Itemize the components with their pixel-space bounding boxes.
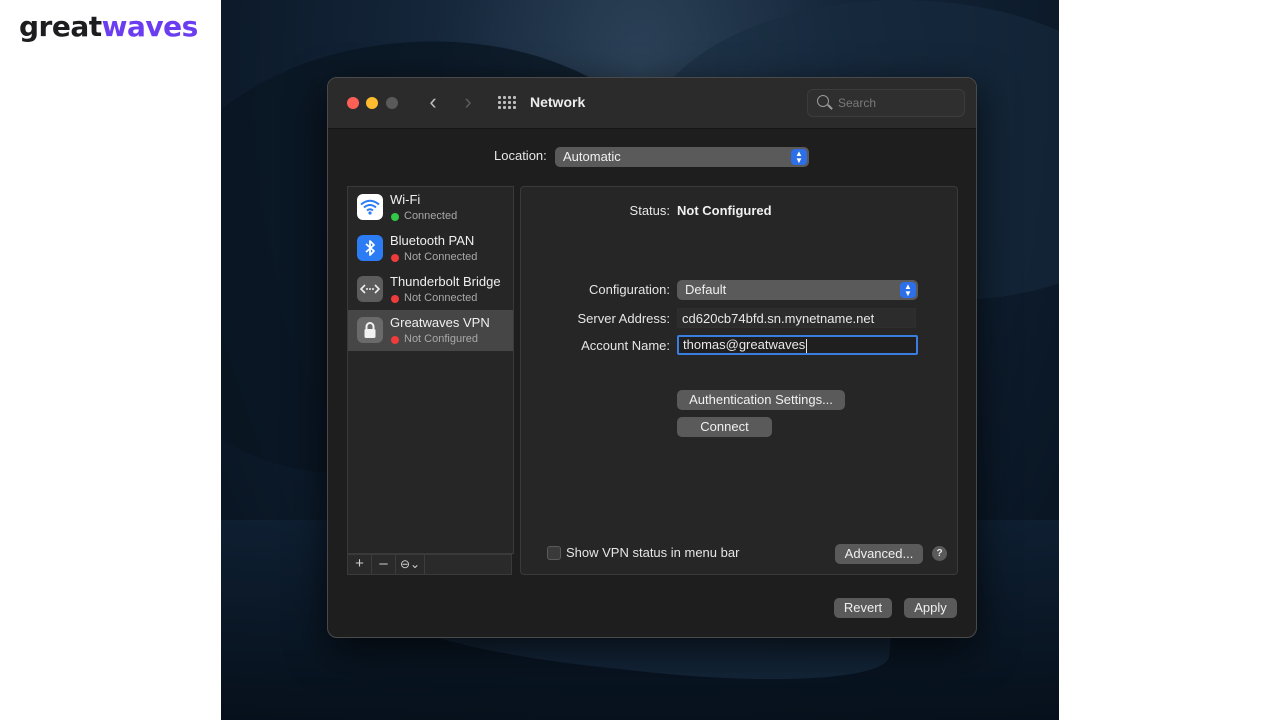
back-button[interactable]: ‹	[422, 91, 444, 113]
show-vpn-status-checkbox[interactable]	[547, 546, 561, 560]
status-dot-green	[391, 213, 399, 221]
forward-button[interactable]: ›	[457, 91, 479, 113]
server-address-field[interactable]: cd620cb74bfd.sn.mynetname.net	[677, 308, 916, 328]
lock-icon	[357, 317, 383, 343]
zoom-button[interactable]	[386, 97, 398, 109]
status-dot-red	[391, 295, 399, 303]
connect-button[interactable]: Connect	[677, 417, 772, 437]
account-name-value: thomas@greatwaves	[683, 337, 806, 352]
logo-text-great: great	[19, 10, 102, 43]
wifi-icon	[357, 194, 383, 220]
configuration-value: Default	[685, 282, 727, 297]
network-preferences-window: ‹ › Network Location: Automatic ▲▼ Wi-Fi…	[327, 77, 977, 638]
thunderbolt-bridge-icon	[357, 276, 383, 302]
service-item-greatwaves-vpn[interactable]: Greatwaves VPN Not Configured	[348, 310, 513, 351]
service-item-wifi[interactable]: Wi-Fi Connected	[348, 187, 513, 228]
title-bar: ‹ › Network	[328, 78, 976, 129]
location-popup[interactable]: Automatic ▲ ▼	[555, 147, 809, 167]
revert-button[interactable]: Revert	[834, 598, 892, 618]
advanced-button[interactable]: Advanced...	[835, 544, 923, 564]
authentication-settings-button[interactable]: Authentication Settings...	[677, 390, 845, 410]
service-name: Thunderbolt Bridge	[390, 274, 501, 289]
search-field[interactable]	[807, 89, 965, 117]
status-label: Status:	[629, 203, 670, 218]
chevron-right-icon: ›	[464, 89, 472, 114]
service-name: Bluetooth PAN	[390, 233, 475, 248]
service-status: Not Connected	[404, 292, 478, 304]
service-list-toolbar: + – ⊖⌄	[347, 554, 512, 575]
service-name: Wi-Fi	[390, 192, 421, 207]
updown-chevron-icon: ▲ ▼	[900, 282, 916, 298]
status-dot-red	[391, 336, 399, 344]
action-menu-button[interactable]: ⊖⌄	[396, 555, 425, 574]
logo-text-waves: waves	[101, 10, 199, 43]
greatwaves-logo: greatwaves	[19, 10, 198, 43]
service-list: Wi-Fi Connected Bluetooth PAN Not Connec…	[347, 186, 514, 554]
server-address-label: Server Address:	[577, 311, 671, 326]
configuration-popup[interactable]: Default ▲ ▼	[677, 280, 918, 300]
account-name-field[interactable]: thomas@greatwaves	[677, 335, 918, 355]
account-name-label: Account Name:	[581, 338, 670, 353]
show-vpn-status-label: Show VPN status in menu bar	[566, 545, 740, 560]
help-button[interactable]: ?	[932, 546, 947, 561]
status-dot-red	[391, 254, 399, 262]
configuration-label: Configuration:	[589, 282, 670, 297]
service-status: Connected	[404, 210, 458, 222]
service-status: Not Configured	[404, 333, 478, 345]
window-title: Network	[530, 94, 586, 110]
bluetooth-icon	[357, 235, 383, 261]
service-status: Not Connected	[404, 251, 478, 263]
service-item-thunderbolt-bridge[interactable]: Thunderbolt Bridge Not Connected	[348, 269, 513, 310]
status-value: Not Configured	[677, 203, 772, 218]
service-item-bluetooth-pan[interactable]: Bluetooth PAN Not Connected	[348, 228, 513, 269]
search-icon	[817, 95, 829, 107]
apply-button[interactable]: Apply	[904, 598, 957, 618]
location-label: Location:	[494, 148, 547, 163]
chevron-left-icon: ‹	[429, 89, 437, 114]
text-caret	[806, 338, 808, 353]
vpn-detail-panel: Status: Not Configured Configuration: De…	[520, 186, 958, 575]
minimize-button[interactable]	[366, 97, 378, 109]
close-button[interactable]	[347, 97, 359, 109]
service-name: Greatwaves VPN	[390, 315, 490, 330]
updown-chevron-icon: ▲ ▼	[791, 149, 807, 165]
search-input[interactable]	[838, 94, 958, 112]
show-all-grid-icon[interactable]	[498, 96, 516, 110]
remove-service-button[interactable]: –	[372, 555, 396, 574]
add-service-button[interactable]: +	[348, 555, 372, 574]
location-value: Automatic	[563, 149, 621, 164]
